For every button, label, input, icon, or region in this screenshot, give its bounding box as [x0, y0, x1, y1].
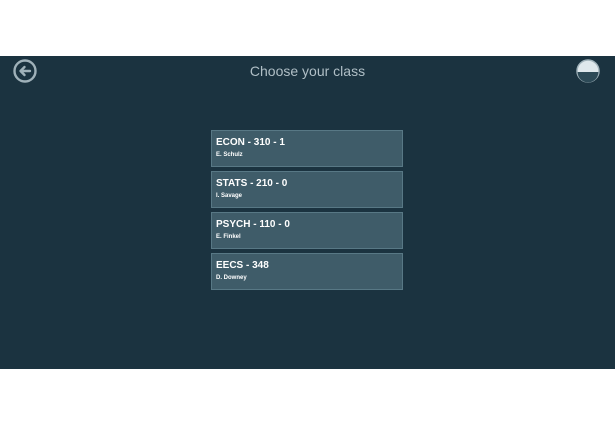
class-code: PSYCH - 110 - 0 — [216, 219, 290, 230]
class-card-psych[interactable]: PSYCH - 110 - 0 E. Finkel — [211, 212, 403, 249]
class-code: EECS - 348 — [216, 260, 269, 271]
app-screen: Choose your class ECON - 310 - 1 E. Schu… — [0, 56, 615, 369]
class-card-econ[interactable]: ECON - 310 - 1 E. Schulz — [211, 130, 403, 167]
profile-button[interactable] — [576, 59, 600, 83]
class-code: ECON - 310 - 1 — [216, 137, 285, 148]
class-list: ECON - 310 - 1 E. Schulz STATS - 210 - 0… — [211, 130, 403, 294]
class-instructor: I. Savage — [216, 193, 243, 199]
class-instructor: D. Downey — [216, 275, 247, 281]
class-instructor: E. Schulz — [216, 152, 243, 158]
class-code: STATS - 210 - 0 — [216, 178, 288, 189]
class-instructor: E. Finkel — [216, 234, 241, 240]
class-card-stats[interactable]: STATS - 210 - 0 I. Savage — [211, 171, 403, 208]
half-filled-circle-icon — [576, 59, 600, 83]
class-card-eecs[interactable]: EECS - 348 D. Downey — [211, 253, 403, 290]
page-title: Choose your class — [249, 63, 366, 79]
